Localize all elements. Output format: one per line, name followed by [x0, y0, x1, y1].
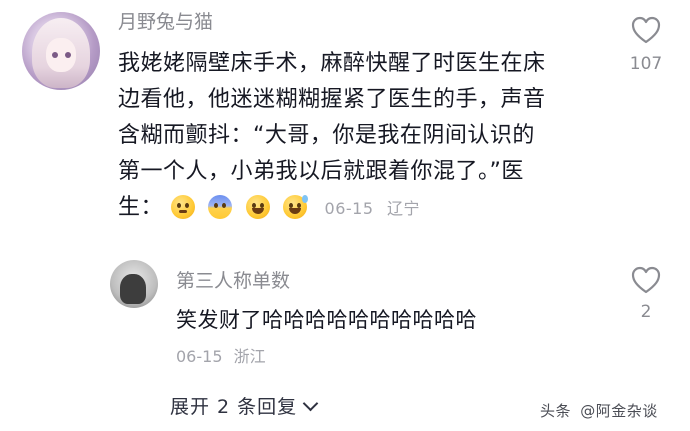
reply-username[interactable]: 第三人称单数 [176, 266, 290, 293]
comment-line: 边看他，他迷迷糊糊握紧了医生的手，声音 [118, 87, 546, 112]
comment-date: 06-15 [324, 199, 374, 218]
comment-body: 我姥姥隔壁床手术，麻醉快醒了时医生在床 边看他，他迷迷糊糊握紧了医生的手，声音 … [118, 46, 608, 226]
cry-emoji-icon [170, 195, 195, 219]
fear-emoji-icon [208, 195, 233, 219]
expand-replies-label: 展开 2 条回复 [170, 396, 298, 418]
comment-line: 我姥姥隔壁床手术，麻醉快醒了时医生在床 [118, 51, 546, 76]
heart-icon[interactable] [631, 16, 661, 44]
commenter-avatar[interactable] [22, 12, 100, 90]
expand-replies-button[interactable]: 展开 2 条回复 [170, 392, 319, 419]
reply-meta: 06-15 浙江 [176, 346, 266, 368]
watermark-account: @阿金杂谈 [580, 402, 658, 420]
reply-like-count: 2 [640, 302, 652, 322]
reply-avatar[interactable] [110, 260, 158, 308]
reply-like-control[interactable]: 2 [626, 266, 666, 322]
grin-emoji-icon [245, 195, 270, 219]
comment-like-control[interactable]: 107 [626, 16, 666, 74]
watermark: 头条 @阿金杂谈 [540, 400, 658, 421]
reply-body: 笑发财了哈哈哈哈哈哈哈哈哈哈 [176, 308, 477, 332]
comment-last-line: 生： 06-15 辽宁 [118, 190, 608, 226]
reply-date: 06-15 [176, 347, 223, 366]
comment-location: 辽宁 [387, 199, 421, 218]
chevron-down-icon [302, 395, 319, 412]
reply-location: 浙江 [233, 347, 266, 366]
comment-like-count: 107 [629, 54, 663, 74]
comment-line: 第一个人，小弟我以后就跟着你混了。”医 [118, 159, 524, 184]
heart-icon[interactable] [631, 266, 661, 294]
comment-line: 生： [118, 195, 164, 220]
watermark-source: 头条 [540, 402, 572, 420]
sweat-emoji-icon [283, 195, 309, 219]
comment-line: 含糊而颤抖：“大哥，你是我在阴间认识的 [118, 123, 535, 148]
commenter-username[interactable]: 月野兔与猫 [118, 10, 213, 34]
